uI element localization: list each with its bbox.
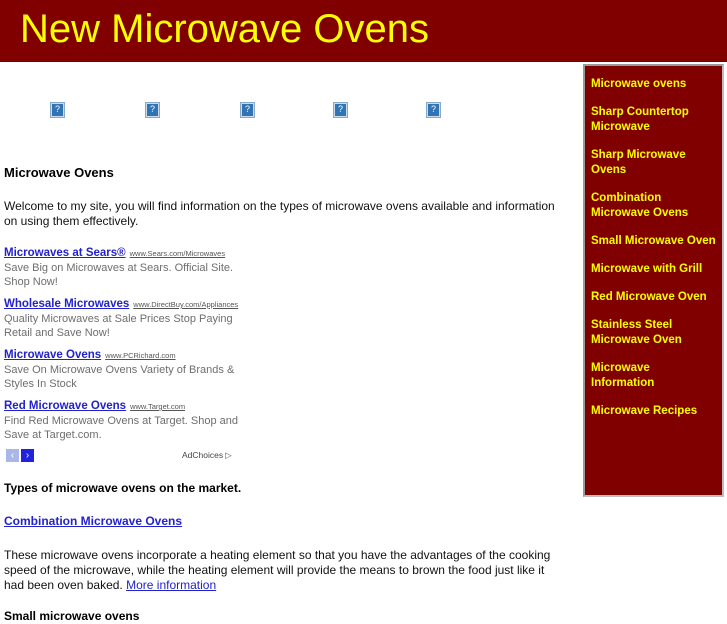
ad-description: Save On Microwave Ovens Variety of Brand… [4,364,235,390]
ad-prev-arrow-icon[interactable]: ‹ [6,449,19,462]
sidebar-item-red-microwave-oven[interactable]: Red Microwave Oven [585,290,722,305]
ad-description: Find Red Microwave Ovens at Target. Shop… [4,415,238,441]
ad-unit: Microwaves at Sears® www.Sears.com/Microw… [4,245,304,289]
sidebar-item-microwave-information[interactable]: Microwave Information [585,361,722,391]
ad-url-link[interactable]: www.PCRichard.com [105,351,175,360]
ad-unit: Wholesale Microwaves www.DirectBuy.com/Ap… [4,296,304,340]
sidebar-item-microwave-ovens[interactable]: Microwave ovens [585,77,722,92]
main-content: Microwave Ovens Welcome to my site, you … [0,110,572,624]
advertisement-block: Microwaves at Sears® www.Sears.com/Microw… [4,245,304,465]
ad-title-link[interactable]: Wholesale Microwaves [4,298,129,310]
intro-paragraph: Welcome to my site, you will find inform… [4,199,555,228]
ad-url-link[interactable]: www.DirectBuy.com/Appliances [133,300,238,309]
ad-title-row: Red Microwave Ovens www.Target.com [4,398,304,413]
ad-unit: Microwave Ovens www.PCRichard.com Save On… [4,347,304,391]
ad-next-arrow-icon[interactable]: › [21,449,34,462]
ad-title-row: Microwave Ovens www.PCRichard.com [4,347,304,362]
sidebar-item-stainless-steel-microwave-oven[interactable]: Stainless Steel Microwave Oven [585,318,722,348]
ad-title-row: Microwaves at Sears® www.Sears.com/Microw… [4,245,304,260]
adchoices-label: AdChoices [182,450,224,460]
sidebar-menu: Microwave ovens Sharp Countertop Microwa… [583,64,724,497]
ad-unit: Red Microwave Ovens www.Target.com Find R… [4,398,304,442]
sidebar-item-sharp-microwave-ovens[interactable]: Sharp Microwave Ovens [585,148,722,178]
combination-paragraph-text: These microwave ovens incorporate a heat… [4,548,551,592]
combination-microwave-ovens-link[interactable]: Combination Microwave Ovens [4,514,182,528]
sidebar-item-microwave-recipes[interactable]: Microwave Recipes [585,404,722,419]
adchoices-link[interactable]: AdChoices ▷ [182,450,232,461]
ad-description: Save Big on Microwaves at Sears. Officia… [4,262,234,288]
sidebar-item-sharp-countertop-microwave[interactable]: Sharp Countertop Microwave [585,105,722,135]
sidebar-item-microwave-with-grill[interactable]: Microwave with Grill [585,262,722,277]
site-header: New Microwave Ovens [0,0,727,62]
page-title: New Microwave Ovens [20,7,430,51]
more-information-link[interactable]: More information [126,578,216,592]
ad-title-link[interactable]: Microwave Ovens [4,349,101,361]
sidebar-item-small-microwave-oven[interactable]: Small Microwave Oven [585,234,722,249]
ad-url-link[interactable]: www.Target.com [130,402,185,411]
types-heading: Types of microwave ovens on the market. [4,481,242,495]
ad-url-link[interactable]: www.Sears.com/Microwaves [130,249,225,258]
sidebar-item-combination-microwave-ovens[interactable]: Combination Microwave Ovens [585,191,722,221]
adchoices-icon: ▷ [225,450,232,460]
section-title: Microwave Ovens [4,165,114,180]
ad-title-row: Wholesale Microwaves www.DirectBuy.com/Ap… [4,296,304,311]
small-ovens-heading: Small microwave ovens [4,609,140,623]
combination-paragraph: These microwave ovens incorporate a heat… [4,548,562,593]
ad-description: Quality Microwaves at Sale Prices Stop P… [4,313,233,339]
ad-title-link[interactable]: Red Microwave Ovens [4,400,126,412]
top-navigation-bar: ? ? ? ? ? [0,62,580,118]
ad-footer: ‹ › AdChoices ▷ [4,449,304,465]
ad-title-link[interactable]: Microwaves at Sears® [4,247,126,259]
